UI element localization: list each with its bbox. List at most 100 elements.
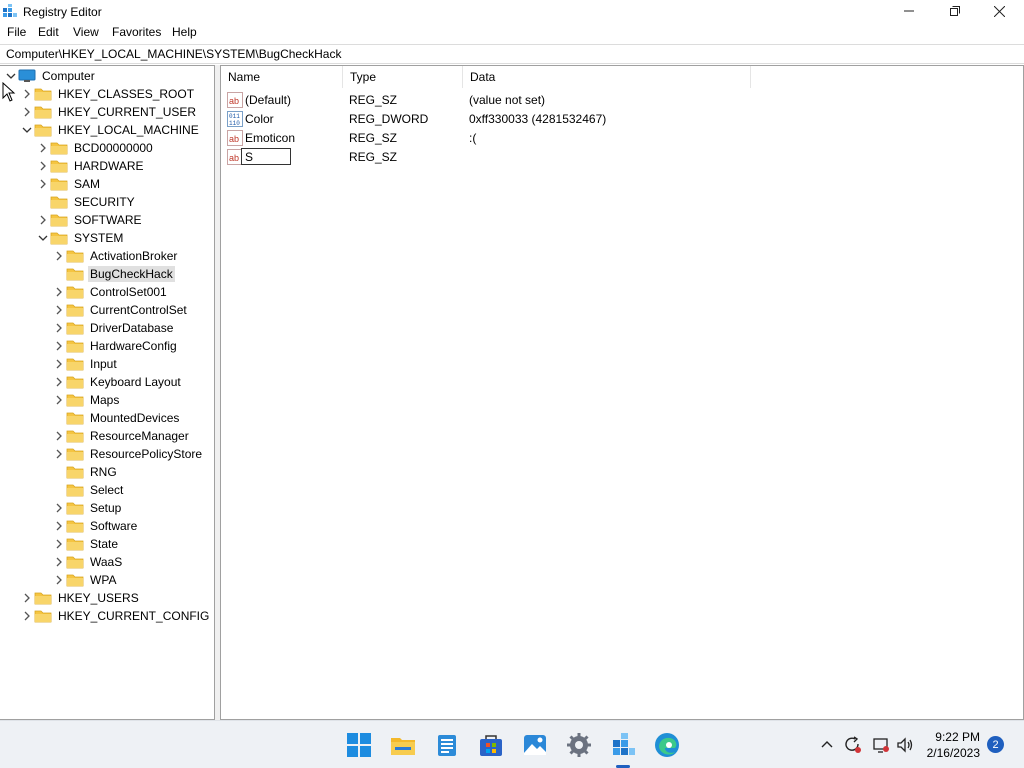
value-name: (Default) — [245, 93, 292, 107]
clock[interactable]: 9:22 PM 2/16/2023 — [927, 729, 980, 761]
chevron-right-icon[interactable] — [36, 157, 50, 175]
tree-node-security[interactable]: SECURITY — [36, 193, 137, 211]
tree-node-maps[interactable]: Maps — [52, 391, 121, 409]
volume-icon[interactable] — [896, 736, 914, 754]
chevron-down-icon[interactable] — [20, 121, 34, 139]
close-button[interactable] — [976, 0, 1022, 22]
values-list[interactable]: Name Type Data ab (Default) REG_SZ (value n… — [220, 65, 1024, 720]
address-path[interactable]: Computer\HKEY_LOCAL_MACHINE\SYSTEM\BugCh… — [6, 47, 341, 61]
rename-value-input[interactable] — [241, 148, 291, 165]
store-icon[interactable] — [477, 731, 505, 759]
chevron-right-icon[interactable] — [52, 373, 66, 391]
tree-node-hkey-local-machine[interactable]: HKEY_LOCAL_MACHINE — [20, 121, 201, 139]
value-row[interactable]: 011 110 Color REG_DWORD 0xff330033 (42815324… — [221, 110, 781, 129]
tree-node-computer[interactable]: Computer — [4, 67, 97, 85]
tree-node-bcd00000000[interactable]: BCD00000000 — [36, 139, 155, 157]
tree-node-sam[interactable]: SAM — [36, 175, 102, 193]
update-restart-icon[interactable] — [844, 736, 862, 754]
tree-node-label: SAM — [74, 177, 101, 191]
chevron-right-icon[interactable] — [52, 337, 66, 355]
tree-node-bugcheckhack[interactable]: BugCheckHack — [52, 265, 175, 283]
notification-badge[interactable]: 2 — [987, 736, 1004, 753]
chevron-up-icon[interactable] — [820, 738, 834, 752]
chevron-right-icon[interactable] — [20, 85, 34, 103]
chevron-right-icon[interactable] — [52, 553, 66, 571]
photos-icon[interactable] — [521, 731, 549, 759]
chevron-right-icon[interactable] — [52, 247, 66, 265]
tree-node-waas[interactable]: WaaS — [52, 553, 124, 571]
tree-node-activationbroker[interactable]: ActivationBroker — [52, 247, 179, 265]
settings-icon[interactable] — [565, 731, 593, 759]
tree-node-rng[interactable]: RNG — [52, 463, 119, 481]
menu-file[interactable]: File — [7, 25, 26, 39]
tree-node-label: MountedDevices — [90, 411, 180, 425]
tree-node-setup[interactable]: Setup — [52, 499, 123, 517]
chevron-right-icon[interactable] — [52, 517, 66, 535]
chevron-right-icon[interactable] — [52, 301, 66, 319]
tree-pane[interactable]: Computer HKEY_CLASSES_ROOT HKEY_CURRENT_US… — [0, 65, 215, 720]
folder-icon — [66, 555, 84, 569]
tree-node-software[interactable]: SOFTWARE — [36, 211, 144, 229]
tree-node-hardwareconfig[interactable]: HardwareConfig — [52, 337, 179, 355]
notepad-icon[interactable] — [433, 731, 461, 759]
tree-node-hkey-current-user[interactable]: HKEY_CURRENT_USER — [20, 103, 198, 121]
tree-node-hardware[interactable]: HARDWARE — [36, 157, 146, 175]
edge-icon[interactable] — [653, 731, 681, 759]
tree-node-input[interactable]: Input — [52, 355, 119, 373]
tree-node-software[interactable]: Software — [52, 517, 139, 535]
folder-icon — [66, 429, 84, 443]
chevron-right-icon[interactable] — [36, 139, 50, 157]
tree-node-resourcemanager[interactable]: ResourceManager — [52, 427, 191, 445]
address-bar[interactable]: Computer\HKEY_LOCAL_MACHINE\SYSTEM\BugCh… — [0, 44, 1024, 64]
title-bar: Registry Editor — [0, 0, 1024, 22]
column-header-name[interactable]: Name — [221, 66, 343, 88]
chevron-right-icon[interactable] — [52, 319, 66, 337]
registry-editor-icon[interactable] — [609, 731, 637, 759]
chevron-right-icon[interactable] — [20, 589, 34, 607]
tree-node-label: SYSTEM — [74, 231, 124, 245]
menu-favorites[interactable]: Favorites — [112, 25, 161, 39]
chevron-right-icon[interactable] — [52, 283, 66, 301]
chevron-right-icon[interactable] — [20, 103, 34, 121]
menu-view[interactable]: View — [73, 25, 99, 39]
tree-node-keyboard-layout[interactable]: Keyboard Layout — [52, 373, 183, 391]
tree-node-resourcepolicystore[interactable]: ResourcePolicyStore — [52, 445, 204, 463]
chevron-right-icon[interactable] — [36, 211, 50, 229]
chevron-down-icon[interactable] — [36, 229, 50, 247]
tree-node-driverdatabase[interactable]: DriverDatabase — [52, 319, 175, 337]
chevron-right-icon[interactable] — [52, 535, 66, 553]
tree-node-hkey-current-config[interactable]: HKEY_CURRENT_CONFIG — [20, 607, 211, 625]
chevron-right-icon[interactable] — [52, 445, 66, 463]
folder-icon — [66, 375, 84, 389]
start-icon[interactable] — [345, 731, 373, 759]
tree-node-state[interactable]: State — [52, 535, 120, 553]
chevron-right-icon[interactable] — [20, 607, 34, 625]
chevron-right-icon[interactable] — [52, 355, 66, 373]
tree-node-hkey-users[interactable]: HKEY_USERS — [20, 589, 141, 607]
string-value-icon: ab — [227, 92, 243, 108]
column-header-data[interactable]: Data — [463, 66, 751, 88]
tree-node-hkey-classes-root[interactable]: HKEY_CLASSES_ROOT — [20, 85, 196, 103]
chevron-right-icon[interactable] — [52, 427, 66, 445]
restore-button[interactable] — [932, 0, 978, 22]
value-row[interactable]: ab REG_SZ — [221, 148, 781, 167]
menu-help[interactable]: Help — [172, 25, 197, 39]
menu-edit[interactable]: Edit — [38, 25, 59, 39]
tree-node-currentcontrolset[interactable]: CurrentControlSet — [52, 301, 189, 319]
tree-node-wpa[interactable]: WPA — [52, 571, 118, 589]
network-icon[interactable] — [872, 736, 890, 754]
column-header-type[interactable]: Type — [343, 66, 463, 88]
tree-node-system[interactable]: SYSTEM — [36, 229, 125, 247]
tree-node-controlset001[interactable]: ControlSet001 — [52, 283, 169, 301]
value-row[interactable]: ab (Default) REG_SZ (value not set) — [221, 91, 781, 110]
tree-node-mounteddevices[interactable]: MountedDevices — [52, 409, 181, 427]
file-explorer-icon[interactable] — [389, 731, 417, 759]
value-row[interactable]: ab Emoticon REG_SZ:( — [221, 129, 781, 148]
chevron-right-icon[interactable] — [52, 499, 66, 517]
chevron-right-icon[interactable] — [36, 175, 50, 193]
minimize-button[interactable] — [886, 0, 932, 22]
chevron-right-icon[interactable] — [52, 391, 66, 409]
tree-node-select[interactable]: Select — [52, 481, 125, 499]
chevron-right-icon[interactable] — [52, 571, 66, 589]
